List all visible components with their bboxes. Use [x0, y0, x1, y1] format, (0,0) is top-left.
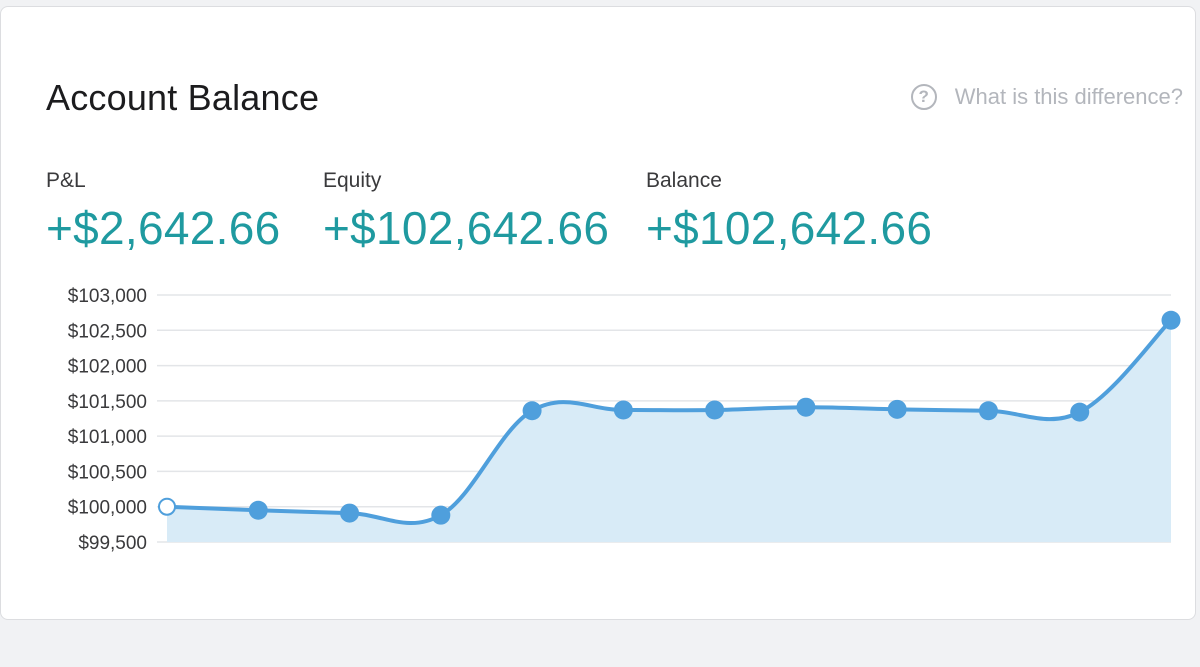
data-point — [340, 503, 360, 523]
pnl-value: +$2,642.66 — [46, 202, 281, 254]
equity-label: Equity — [323, 169, 382, 192]
help-link-text[interactable]: What is this difference? — [955, 84, 1183, 110]
data-point — [522, 401, 542, 421]
y-tick-label: $100,000 — [68, 498, 147, 519]
pnl-label: P&L — [46, 169, 86, 192]
y-tick-label: $103,000 — [68, 286, 147, 307]
data-point — [158, 497, 176, 516]
equity-value: +$102,642.66 — [323, 202, 610, 254]
data-point — [1161, 310, 1181, 330]
question-mark-icon: ? — [910, 84, 937, 110]
y-tick-label: $102,000 — [68, 357, 147, 378]
y-tick-label: $101,500 — [68, 392, 147, 413]
balance-area-chart: $103,000 $102,500 $102,000 $101,500 $101,000… — [68, 286, 1181, 554]
card-title: Account Balance — [46, 77, 320, 118]
balance-label: Balance — [646, 169, 722, 192]
y-tick-label: $99,500 — [78, 533, 147, 554]
help-link[interactable]: ? What is this difference? — [910, 84, 1183, 110]
y-tick-label: $102,500 — [68, 321, 147, 342]
data-point — [431, 505, 451, 525]
pnl-stat: P&L +$2,642.66 — [46, 169, 281, 255]
data-point — [796, 397, 816, 417]
y-tick-label: $100,500 — [68, 462, 147, 483]
balance-value: +$102,642.66 — [646, 202, 933, 254]
y-tick-label: $101,000 — [68, 427, 147, 448]
balance-stat: Balance +$102,642.66 — [646, 169, 932, 255]
page-background-strip — [0, 622, 1200, 667]
data-point — [887, 399, 907, 419]
data-point — [248, 500, 268, 520]
data-point — [705, 400, 725, 420]
data-point — [1070, 402, 1090, 422]
equity-stat: Equity +$102,642.66 — [323, 169, 609, 255]
data-point — [978, 401, 998, 421]
account-balance-card: Account Balance ? What is this differenc… — [0, 6, 1196, 620]
series-area — [167, 320, 1171, 542]
data-point — [613, 400, 633, 420]
